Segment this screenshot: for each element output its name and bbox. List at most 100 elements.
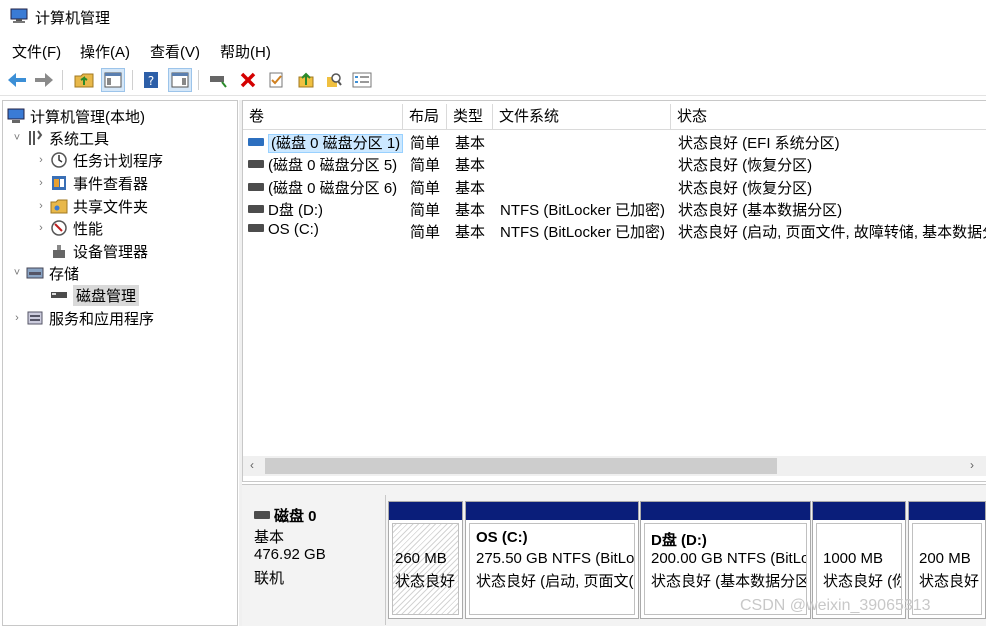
- status-cell: 状态良好 (EFI 系统分区): [678, 135, 840, 152]
- scroll-left-icon[interactable]: ‹: [250, 458, 254, 472]
- layout-cell: 简单: [410, 135, 441, 152]
- menu-file[interactable]: 文件(F): [12, 41, 61, 62]
- svg-text:?: ?: [148, 74, 154, 88]
- table-row[interactable]: (磁盘 0 磁盘分区 6) 简单 基本 状态良好 (恢复分区): [243, 176, 986, 198]
- help-icon[interactable]: ?: [139, 68, 163, 92]
- tree-item-task-scheduler[interactable]: › 任务计划程序: [33, 149, 163, 171]
- properties-icon[interactable]: [264, 68, 288, 92]
- import-icon[interactable]: [294, 68, 318, 92]
- toolbar: ?: [0, 64, 986, 96]
- navigation-tree: 计算机管理(本地) ˅ 系统工具 › 任务计划程序 › 事件查看器 › 共享文件…: [2, 100, 238, 626]
- tree-item-system-tools[interactable]: ˅ 系统工具: [9, 127, 109, 149]
- partition-header: [641, 502, 810, 520]
- menu-view[interactable]: 查看(V): [150, 41, 200, 62]
- tree-label: 任务计划程序: [73, 152, 164, 170]
- partition-body: OS (C:) 275.50 GB NTFS (BitLo 状态良好 (启动, …: [469, 523, 635, 615]
- column-header-status[interactable]: 状态: [671, 104, 986, 130]
- scrollbar-thumb[interactable]: [265, 458, 777, 474]
- partition-status: 状态良好: [395, 573, 456, 590]
- disk-info[interactable]: 磁盘 0 基本 476.92 GB 联机: [244, 495, 386, 625]
- expand-toggle-icon[interactable]: ›: [33, 154, 49, 166]
- table-row[interactable]: OS (C:) 简单 基本 NTFS (BitLocker 已加密) 状态良好 …: [243, 220, 986, 242]
- title-bar: 计算机管理: [0, 0, 986, 34]
- disk-size: 476.92 GB: [254, 546, 326, 563]
- disk-name: 磁盘 0: [254, 505, 317, 526]
- partition-block[interactable]: OS (C:) 275.50 GB NTFS (BitLo 状态良好 (启动, …: [465, 501, 639, 619]
- table-row[interactable]: (磁盘 0 磁盘分区 5) 简单 基本 状态良好 (恢复分区): [243, 153, 986, 175]
- disk-icon: [254, 511, 270, 520]
- table-row[interactable]: D盘 (D:) 简单 基本 NTFS (BitLocker 已加密) 状态良好 …: [243, 198, 986, 220]
- partition-size: 1000 MB: [823, 550, 884, 567]
- horizontal-scrollbar[interactable]: ‹ ›: [243, 456, 986, 476]
- toolbar-separator: [198, 70, 199, 90]
- tree-label: 性能: [73, 220, 104, 238]
- expand-toggle-icon[interactable]: ›: [33, 222, 49, 234]
- tree-label: 系统工具: [49, 130, 110, 148]
- tree-label: 事件查看器: [73, 175, 149, 193]
- device-manager-icon: [53, 245, 65, 258]
- partition-name: D盘 (D:): [651, 532, 707, 549]
- show-hide-tree-icon[interactable]: [101, 68, 125, 92]
- type-cell: 基本: [455, 157, 486, 174]
- table-row[interactable]: (磁盘 0 磁盘分区 1) 简单 基本 状态良好 (EFI 系统分区): [243, 131, 986, 153]
- column-header-type[interactable]: 类型: [447, 104, 493, 130]
- back-icon[interactable]: [5, 68, 29, 92]
- tree-item-performance[interactable]: › 性能: [33, 217, 103, 239]
- event-viewer-icon: [52, 176, 66, 190]
- type-cell: 基本: [455, 224, 486, 241]
- view-icon[interactable]: [350, 68, 374, 92]
- partition-header: [466, 502, 638, 520]
- delete-icon[interactable]: [236, 68, 260, 92]
- volume-list: 卷 布局 类型 文件系统 状态 (磁盘 0 磁盘分区 1) 简单 基本 状态良好…: [242, 100, 986, 482]
- scroll-right-icon[interactable]: ›: [970, 458, 974, 472]
- tree-item-services-apps[interactable]: › 服务和应用程序: [9, 307, 154, 329]
- layout-cell: 简单: [410, 202, 441, 219]
- tools-icon: [29, 130, 43, 145]
- shared-folder-icon: [50, 199, 68, 214]
- tree-item-storage[interactable]: ˅ 存储: [9, 262, 79, 284]
- expand-toggle-icon[interactable]: ›: [9, 312, 25, 324]
- column-header-layout[interactable]: 布局: [403, 104, 447, 130]
- volume-icon: [248, 160, 264, 169]
- menu-bar: 文件(F) 操作(A) 查看(V) 帮助(H): [0, 38, 986, 62]
- window-title: 计算机管理: [35, 10, 111, 27]
- connect-drive-icon[interactable]: [206, 68, 230, 92]
- tree-item-device-manager[interactable]: 设备管理器: [49, 240, 148, 262]
- expand-toggle-icon[interactable]: ˅: [9, 267, 25, 279]
- tree-item-event-viewer[interactable]: › 事件查看器: [33, 172, 148, 194]
- volume-icon: [248, 138, 264, 147]
- tree-item-shared-folders[interactable]: › 共享文件夹: [33, 195, 148, 217]
- computer-management-icon: [7, 108, 25, 123]
- forward-icon[interactable]: [32, 68, 56, 92]
- show-hide-action-pane-icon[interactable]: [168, 68, 192, 92]
- up-folder-icon[interactable]: [72, 68, 96, 92]
- filesystem-cell: NTFS (BitLocker 已加密): [500, 202, 666, 219]
- expand-toggle-icon[interactable]: ˅: [9, 132, 25, 144]
- layout-cell: 简单: [410, 224, 441, 241]
- tree-label: 存储: [49, 265, 80, 283]
- volume-icon: [248, 224, 264, 233]
- volume-cell: (磁盘 0 磁盘分区 5): [248, 154, 397, 175]
- menu-help[interactable]: 帮助(H): [220, 41, 271, 62]
- expand-toggle-icon[interactable]: ›: [33, 177, 49, 189]
- expand-toggle-icon[interactable]: ›: [33, 200, 49, 212]
- partition-size: 200.00 GB NTFS (BitLo: [651, 550, 807, 567]
- tree-item-disk-management[interactable]: 磁盘管理: [49, 284, 140, 306]
- menu-action[interactable]: 操作(A): [80, 41, 130, 62]
- clock-icon: [51, 152, 67, 168]
- tree-label: 设备管理器: [73, 243, 149, 261]
- partition-block[interactable]: 260 MB 状态良好: [388, 501, 463, 619]
- tree-label: 共享文件夹: [73, 198, 149, 216]
- status-cell: 状态良好 (基本数据分区): [678, 202, 843, 219]
- partition-header: [389, 502, 462, 520]
- column-header-volume[interactable]: 卷: [243, 104, 403, 130]
- disk-management-icon: [51, 292, 67, 298]
- partition-header: [909, 502, 985, 520]
- storage-icon: [26, 267, 44, 279]
- search-icon[interactable]: [322, 68, 346, 92]
- watermark: CSDN @weixin_39065313: [740, 597, 931, 614]
- partition-status: 状态良好 (你: [823, 573, 902, 590]
- tree-item-root[interactable]: 计算机管理(本地): [6, 105, 145, 127]
- partition-size: 200 MB: [919, 550, 971, 567]
- column-header-filesystem[interactable]: 文件系统: [493, 104, 671, 130]
